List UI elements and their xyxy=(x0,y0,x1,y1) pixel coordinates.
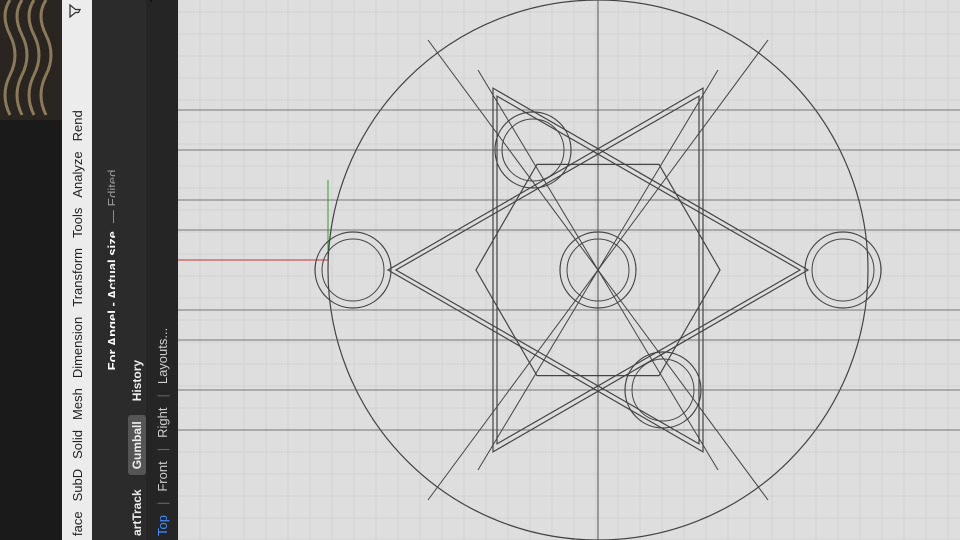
drawing-canvas[interactable] xyxy=(178,0,960,540)
tab-layouts[interactable]: Layouts... xyxy=(155,328,170,384)
menu-tools[interactable]: Tools xyxy=(70,208,85,238)
menu-render[interactable]: Rend xyxy=(70,110,85,141)
top-viewport[interactable] xyxy=(178,0,960,540)
sacred-geometry-design xyxy=(178,0,960,540)
history-button[interactable]: History xyxy=(130,360,144,401)
tab-separator: | xyxy=(154,394,170,398)
tab-top[interactable]: Top xyxy=(155,515,170,536)
node-circle-outer xyxy=(314,231,392,309)
screen-bezel xyxy=(0,0,62,540)
desk-ornament xyxy=(0,0,62,120)
gumball-button[interactable]: Gumball xyxy=(128,415,146,476)
filter-icon[interactable] xyxy=(68,3,86,19)
tab-front[interactable]: Front xyxy=(155,461,170,491)
rhino-window: face SubD Solid Mesh Dimension Transform… xyxy=(0,0,960,540)
node-circle-inner xyxy=(811,238,875,302)
viewport-grid xyxy=(178,0,960,540)
menu-dimension[interactable]: Dimension xyxy=(70,317,85,378)
star-outer-up xyxy=(386,87,704,453)
menu-mesh[interactable]: Mesh xyxy=(70,388,85,420)
tab-right[interactable]: Right xyxy=(155,408,170,438)
menu-transform[interactable]: Transform xyxy=(70,248,85,307)
star-inner-down xyxy=(496,95,802,445)
node-circle-inner xyxy=(321,238,385,302)
viewport-tabs: Top | Front | Right | Layouts... xyxy=(146,0,178,540)
smarttrack-button[interactable]: artTrack xyxy=(130,489,144,536)
tab-separator: | xyxy=(154,501,170,506)
menu-solid[interactable]: Solid xyxy=(70,430,85,459)
node-circle-outer xyxy=(804,231,882,309)
menu-bar: face SubD Solid Mesh Dimension Transform… xyxy=(62,0,93,540)
cursor-icon xyxy=(146,0,156,3)
star-inner-up xyxy=(394,95,700,445)
star-outer-down xyxy=(492,87,810,453)
photo-of-screen: face SubD Solid Mesh Dimension Transform… xyxy=(0,0,960,540)
menu-subd[interactable]: SubD xyxy=(70,469,85,502)
menu-analyze[interactable]: Analyze xyxy=(70,151,85,197)
tab-separator: | xyxy=(154,447,170,452)
menu-surface[interactable]: face xyxy=(70,511,85,536)
